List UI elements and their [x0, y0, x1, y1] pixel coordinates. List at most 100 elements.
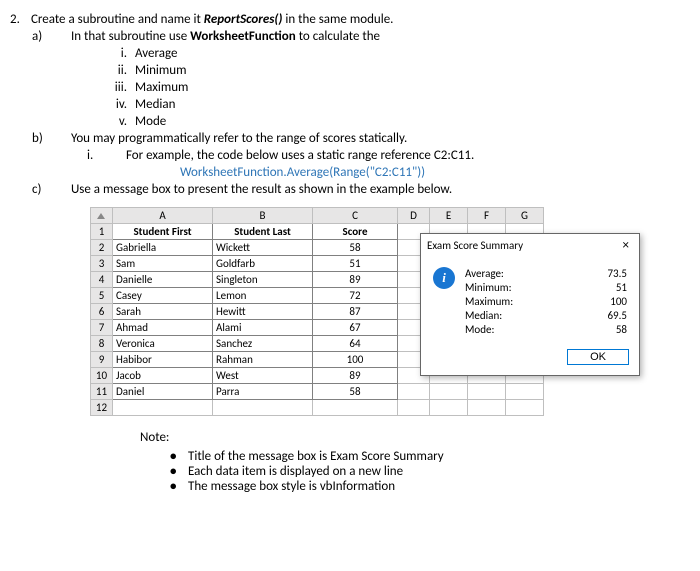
cell[interactable]: Sanchez	[213, 336, 313, 352]
cell[interactable]: 64	[313, 336, 398, 352]
cell[interactable]: Hewitt	[213, 304, 313, 320]
item-b-i: i. For example, the code below uses a st…	[123, 148, 670, 163]
cell[interactable]: 100	[313, 352, 398, 368]
marker-b: b)	[50, 131, 68, 146]
select-all-cell[interactable]	[91, 208, 113, 224]
stat-value: 73.5	[607, 267, 627, 281]
roman-item: ii.Minimum	[135, 63, 670, 78]
table-row: 11 Daniel Parra 58	[91, 384, 544, 400]
col-header-row: A B C D E F G	[91, 208, 544, 224]
stat-value: 69.5	[607, 309, 627, 323]
row-header[interactable]: 6	[91, 304, 113, 320]
cell[interactable]: Jacob	[113, 368, 213, 384]
col-header[interactable]: D	[398, 208, 430, 224]
row-header[interactable]: 12	[91, 400, 113, 416]
row-header[interactable]: 5	[91, 288, 113, 304]
q-text-post: in the same module.	[282, 12, 393, 27]
question-2: 2. Create a subroutine and name it Repor…	[10, 12, 670, 27]
cell[interactable]: 51	[313, 256, 398, 272]
col-header[interactable]: A	[113, 208, 213, 224]
marker-a: a)	[50, 29, 68, 44]
note-item: Title of the message box is Exam Score S…	[170, 449, 670, 464]
cell[interactable]: Sam	[113, 256, 213, 272]
row-header[interactable]: 4	[91, 272, 113, 288]
roman-item: v.Mode	[135, 114, 670, 129]
stat-label: Mode:	[465, 323, 494, 337]
row-header[interactable]: 2	[91, 240, 113, 256]
cell[interactable]: 58	[313, 240, 398, 256]
cell[interactable]: 67	[313, 320, 398, 336]
info-icon: i	[433, 267, 455, 289]
spreadsheet-example: A B C D E F G 1 Student First Student La…	[90, 207, 650, 416]
a-text-pre: In that subroutine use	[71, 29, 190, 44]
note-item: The message box style is vbInformation	[170, 479, 670, 494]
row-header[interactable]: 11	[91, 384, 113, 400]
cell[interactable]: Lemon	[213, 288, 313, 304]
row-header[interactable]: 8	[91, 336, 113, 352]
cell[interactable]: Score	[313, 224, 398, 240]
notes-list: Title of the message box is Exam Score S…	[170, 449, 670, 494]
col-header[interactable]: C	[313, 208, 398, 224]
cell[interactable]: Alami	[213, 320, 313, 336]
message-box: Exam Score Summary × i Average:73.5 Mini…	[420, 233, 640, 376]
stat-label: Median:	[465, 309, 502, 323]
stat-value: 100	[610, 295, 627, 309]
cell[interactable]: Danielle	[113, 272, 213, 288]
item-a: a) In that subroutine use WorksheetFunct…	[68, 29, 670, 44]
col-header[interactable]: B	[213, 208, 313, 224]
a-wf: WorksheetFunction	[190, 29, 296, 44]
msgbox-titlebar: Exam Score Summary ×	[421, 234, 639, 257]
cell[interactable]: 87	[313, 304, 398, 320]
cell[interactable]: Daniel	[113, 384, 213, 400]
marker-c: c)	[50, 182, 68, 197]
cell[interactable]: Rahman	[213, 352, 313, 368]
col-header[interactable]: E	[430, 208, 468, 224]
q-number: 2.	[10, 12, 28, 27]
row-header[interactable]: 9	[91, 352, 113, 368]
cell[interactable]: Wickett	[213, 240, 313, 256]
cell[interactable]: 89	[313, 368, 398, 384]
cell[interactable]: 58	[313, 384, 398, 400]
item-c: c) Use a message box to present the resu…	[68, 182, 670, 197]
item-b: b) You may programmatically refer to the…	[68, 131, 670, 146]
msgbox-title: Exam Score Summary	[427, 239, 523, 252]
row-header[interactable]: 3	[91, 256, 113, 272]
cell[interactable]: Student Last	[213, 224, 313, 240]
q-text-pre: Create a subroutine and name it	[31, 12, 204, 27]
code-example: WorksheetFunction.Average(Range("C2:C11"…	[180, 165, 670, 180]
cell[interactable]: 89	[313, 272, 398, 288]
cell[interactable]: Gabriella	[113, 240, 213, 256]
row-header[interactable]: 7	[91, 320, 113, 336]
col-header[interactable]: F	[468, 208, 506, 224]
close-icon[interactable]: ×	[619, 238, 633, 253]
b-text: You may programmatically refer to the ra…	[71, 131, 407, 146]
roman-item: iv.Median	[135, 97, 670, 112]
row-header[interactable]: 10	[91, 368, 113, 384]
cell[interactable]: Ahmad	[113, 320, 213, 336]
note-item: Each data item is displayed on a new lin…	[170, 464, 670, 479]
cell[interactable]: Goldfarb	[213, 256, 313, 272]
roman-list: i.Average ii.Minimum iii.Maximum iv.Medi…	[105, 46, 670, 129]
cell[interactable]: Veronica	[113, 336, 213, 352]
notes-heading: Note:	[140, 430, 670, 445]
col-header[interactable]: G	[506, 208, 544, 224]
cell[interactable]: Parra	[213, 384, 313, 400]
cell[interactable]: Singleton	[213, 272, 313, 288]
cell[interactable]: West	[213, 368, 313, 384]
stat-value: 51	[616, 281, 627, 295]
stat-value: 58	[616, 323, 627, 337]
c-text: Use a message box to present the result …	[71, 182, 452, 197]
row-header[interactable]: 1	[91, 224, 113, 240]
stat-label: Minimum:	[465, 281, 512, 295]
roman-item: i.Average	[135, 46, 670, 61]
ok-button[interactable]: OK	[567, 349, 629, 365]
cell[interactable]: Habibor	[113, 352, 213, 368]
q-sub-name: ReportScores()	[204, 12, 283, 27]
cell[interactable]: 72	[313, 288, 398, 304]
a-text-post: to calculate the	[296, 29, 380, 44]
notes-block: Note: Title of the message box is Exam S…	[140, 430, 670, 494]
roman-item: iii.Maximum	[135, 80, 670, 95]
cell[interactable]: Student First	[113, 224, 213, 240]
cell[interactable]: Sarah	[113, 304, 213, 320]
cell[interactable]: Casey	[113, 288, 213, 304]
